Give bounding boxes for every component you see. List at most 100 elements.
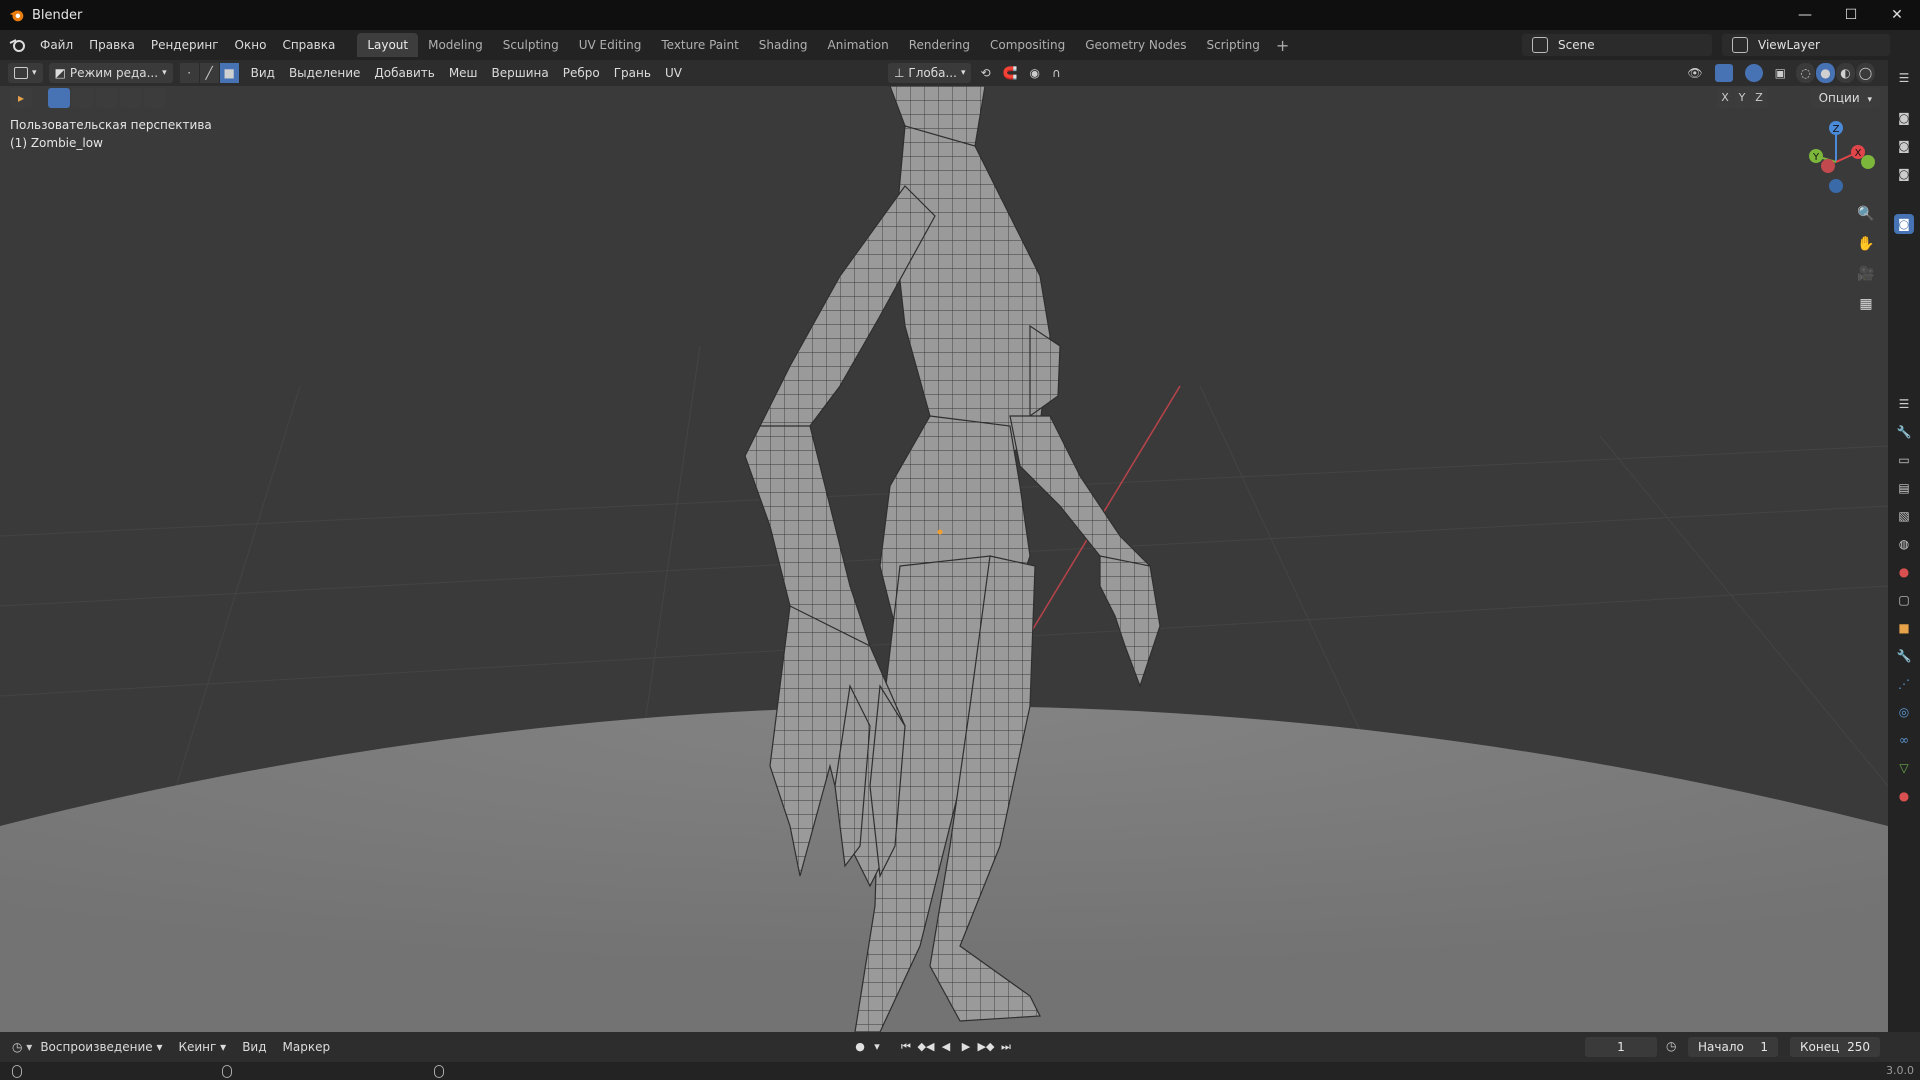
select-tool-icon[interactable]: ▸ <box>10 88 32 108</box>
menu-file[interactable]: Файл <box>32 30 81 60</box>
menu-render[interactable]: Рендеринг <box>143 30 227 60</box>
select-intersect-icon[interactable] <box>144 88 166 108</box>
timeline-view-menu[interactable]: Вид <box>234 1040 274 1054</box>
tool-icon[interactable]: 🔧 <box>1894 422 1914 442</box>
select-difference-icon[interactable] <box>120 88 142 108</box>
gizmo-toggle-icon[interactable] <box>1714 64 1733 82</box>
menu-vertex[interactable]: Вершина <box>485 66 556 80</box>
vertex-select-icon[interactable]: · <box>179 63 200 83</box>
menu-window[interactable]: Окно <box>227 30 275 60</box>
mode-dropdown[interactable]: ◩ Режим реда... ▾ <box>48 63 173 83</box>
hand-pan-icon[interactable]: ✋ <box>1852 230 1880 258</box>
outliner-toggle-icon[interactable]: ☰ <box>1894 68 1914 88</box>
current-frame-field[interactable]: 1 <box>1585 1037 1657 1057</box>
menu-select[interactable]: Выделение <box>282 66 367 80</box>
mirror-x-toggle[interactable]: X <box>1717 88 1733 108</box>
orientation-dropdown[interactable]: ⊥ Глоба... ▾ <box>887 63 972 83</box>
proportional-edit-icon[interactable]: ◉ <box>1029 66 1039 80</box>
camera-view-icon[interactable]: ◙ <box>1894 136 1914 156</box>
render-icon[interactable]: ▭ <box>1894 450 1914 470</box>
constraints-icon[interactable]: ∞ <box>1894 730 1914 750</box>
tab-animation[interactable]: Animation <box>818 33 899 57</box>
tab-sculpting[interactable]: Sculpting <box>493 33 569 57</box>
output-icon[interactable]: ▤ <box>1894 478 1914 498</box>
rendered-shading-icon[interactable]: ◯ <box>1856 63 1876 83</box>
tab-modeling[interactable]: Modeling <box>418 33 493 57</box>
overlay-toggle-icon[interactable] <box>1744 64 1763 82</box>
view-layer-icon[interactable]: ▧ <box>1894 506 1914 526</box>
select-subtract-icon[interactable] <box>96 88 118 108</box>
mirror-z-toggle[interactable]: Z <box>1751 88 1767 108</box>
options-dropdown[interactable]: Опции ▾ <box>1810 88 1880 108</box>
tab-scripting[interactable]: Scripting <box>1196 33 1269 57</box>
editor-type-dropdown[interactable]: ▾ <box>8 63 43 83</box>
face-select-icon[interactable]: ■ <box>219 63 240 83</box>
solid-shading-icon[interactable]: ● <box>1816 63 1836 83</box>
menu-edge[interactable]: Ребро <box>556 66 607 80</box>
tab-compositing[interactable]: Compositing <box>980 33 1075 57</box>
chevron-down-icon[interactable]: ▾ <box>870 1038 884 1056</box>
visibility-icon[interactable]: 👁 <box>1687 66 1702 80</box>
mirror-y-toggle[interactable]: Y <box>1734 88 1750 108</box>
play-icon[interactable]: ▶ <box>956 1038 976 1056</box>
viewlayer-selector[interactable]: ViewLayer <box>1722 34 1890 56</box>
camera-icon[interactable]: 🎥 <box>1852 260 1880 288</box>
menu-view[interactable]: Вид <box>244 66 282 80</box>
scene-selector[interactable]: Scene <box>1522 34 1712 56</box>
jump-end-icon[interactable]: ⏭ <box>996 1038 1016 1056</box>
timeline-editor-icon[interactable]: ◷ ▾ <box>12 1040 32 1054</box>
jump-start-icon[interactable]: ⏮ <box>896 1038 916 1056</box>
grid-ortho-icon[interactable]: ▦ <box>1852 290 1880 318</box>
snap-icon[interactable]: 🧲 <box>1003 66 1018 80</box>
camera-view-icon[interactable]: ◙ <box>1894 164 1914 184</box>
tab-layout[interactable]: Layout <box>357 33 419 57</box>
pivot-icon[interactable]: ⟲ <box>980 66 990 80</box>
render-camera-icon[interactable]: ◙ <box>1894 214 1914 234</box>
data-icon[interactable]: ▽ <box>1894 758 1914 778</box>
edge-select-icon[interactable]: ╱ <box>199 63 220 83</box>
tab-rendering[interactable]: Rendering <box>899 33 980 57</box>
properties-editor-icon[interactable]: ☰ <box>1894 394 1914 414</box>
menu-edit[interactable]: Правка <box>81 30 143 60</box>
xray-toggle-icon[interactable]: ▣ <box>1775 66 1786 80</box>
menu-face[interactable]: Грань <box>607 66 658 80</box>
tab-shading[interactable]: Shading <box>749 33 818 57</box>
3d-viewport[interactable]: ▸ X Y Z Опции ▾ Пользовательская перспек… <box>0 86 1888 1032</box>
material-shading-icon[interactable]: ◐ <box>1836 63 1856 83</box>
clock-icon[interactable]: ◷ <box>1666 1039 1676 1053</box>
menu-mesh[interactable]: Меш <box>442 66 485 80</box>
timeline-marker-menu[interactable]: Маркер <box>275 1040 339 1054</box>
zoom-icon[interactable]: 🔍 <box>1852 200 1880 228</box>
select-extend-icon[interactable] <box>72 88 94 108</box>
keying-dropdown[interactable]: Кеинг ▾ <box>170 1040 234 1054</box>
start-frame-field[interactable]: Начало 1 <box>1688 1037 1778 1057</box>
tab-texture-paint[interactable]: Texture Paint <box>651 33 748 57</box>
collection-icon[interactable]: ▢ <box>1894 590 1914 610</box>
material-icon[interactable]: ● <box>1894 786 1914 806</box>
modifier-icon[interactable]: 🔧 <box>1894 646 1914 666</box>
tab-uv-editing[interactable]: UV Editing <box>569 33 652 57</box>
next-keyframe-icon[interactable]: ▶◆ <box>976 1038 996 1056</box>
prev-keyframe-icon[interactable]: ◆◀ <box>916 1038 936 1056</box>
wireframe-shading-icon[interactable]: ◌ <box>1796 63 1816 83</box>
menu-add[interactable]: Добавить <box>367 66 441 80</box>
blender-menu-icon[interactable] <box>4 35 32 55</box>
minimize-button[interactable]: — <box>1782 0 1828 30</box>
select-new-icon[interactable] <box>48 88 70 108</box>
object-icon[interactable]: ■ <box>1894 618 1914 638</box>
end-frame-field[interactable]: Конец 250 <box>1790 1037 1880 1057</box>
menu-uv[interactable]: UV <box>658 66 689 80</box>
falloff-icon[interactable]: ∩ <box>1052 66 1061 80</box>
close-button[interactable]: ✕ <box>1874 0 1920 30</box>
physics-icon[interactable]: ◎ <box>1894 702 1914 722</box>
tab-geometry-nodes[interactable]: Geometry Nodes <box>1075 33 1196 57</box>
play-reverse-icon[interactable]: ◀ <box>936 1038 956 1056</box>
record-icon[interactable]: ● <box>850 1038 870 1056</box>
world-icon[interactable]: ● <box>1894 562 1914 582</box>
maximize-button[interactable]: ☐ <box>1828 0 1874 30</box>
playback-dropdown[interactable]: Воспроизведение ▾ <box>32 1040 170 1054</box>
navigation-gizmo[interactable]: Z X Y <box>1790 116 1880 206</box>
scene-icon[interactable]: ◍ <box>1894 534 1914 554</box>
add-workspace-button[interactable]: + <box>1270 36 1295 55</box>
viewport-scene[interactable] <box>0 86 1888 1032</box>
